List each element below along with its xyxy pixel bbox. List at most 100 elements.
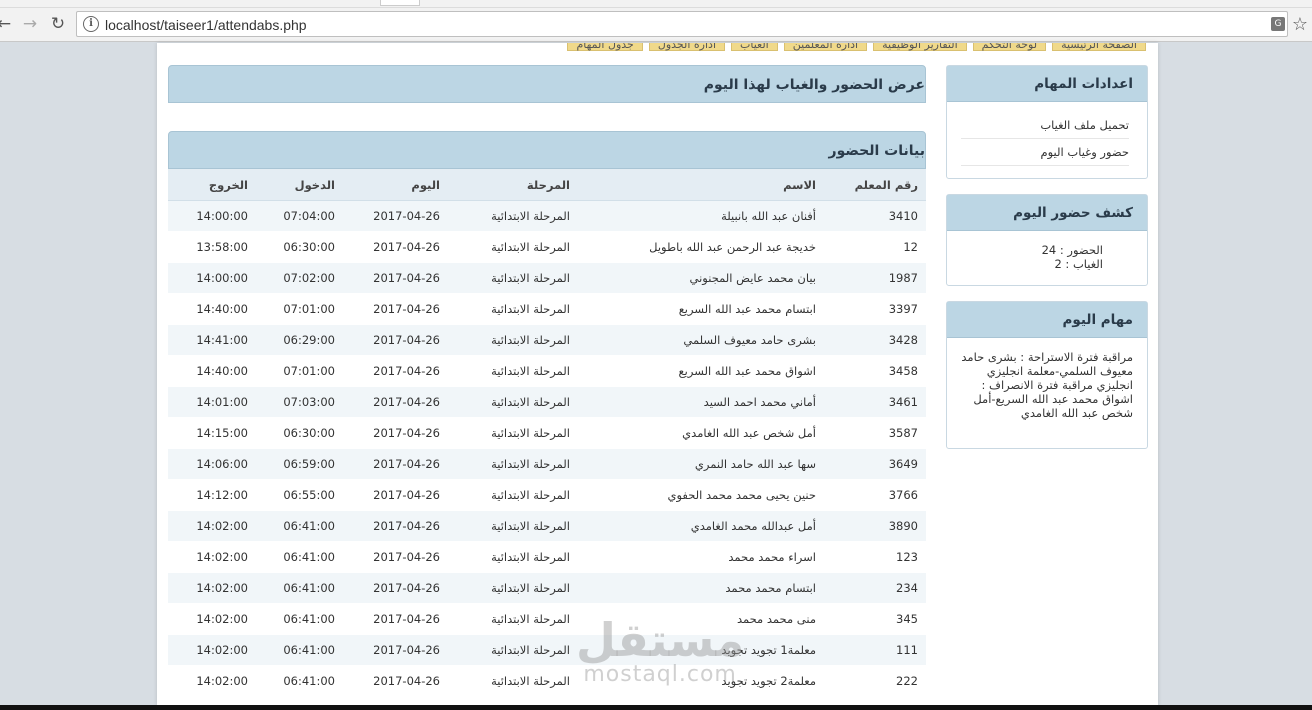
browser-toolbar: ← → ↻ i localhost/taiseer1/attendabs.php… bbox=[0, 8, 1312, 42]
cell-in: 06:59:00 bbox=[283, 457, 335, 471]
cell-name: بشرى حامد معيوف السلمي bbox=[683, 333, 816, 347]
cell-in: 06:55:00 bbox=[283, 488, 335, 502]
browser-tab-strip bbox=[0, 0, 1312, 8]
tasks-text: مراقبة فترة الاستراحة : بشرى حامد معيوف … bbox=[961, 350, 1133, 420]
cell-id: 345 bbox=[896, 612, 918, 626]
attendance-table: رقم المعلم الاسم المرحلة اليوم الدخول ال… bbox=[168, 169, 926, 697]
table-row: 1987 بيان محمد عايض المجنوني المرحلة الابت… bbox=[168, 263, 926, 294]
cell-id: 234 bbox=[896, 581, 918, 595]
cell-stage: المرحلة الابتدائية bbox=[491, 240, 570, 254]
table-row: 3587 أمل شخص عبد الله الغامدي المرحلة الاب… bbox=[168, 418, 926, 449]
cell-name: بيان محمد عايض المجنوني bbox=[689, 271, 816, 285]
col-id: رقم المعلم bbox=[854, 178, 918, 192]
cell-out: 13:58:00 bbox=[196, 240, 248, 254]
cell-day: 2017-04-26 bbox=[373, 426, 440, 440]
cell-name: ابتسام محمد محمد bbox=[725, 581, 816, 595]
cell-day: 2017-04-26 bbox=[373, 395, 440, 409]
url-text[interactable]: localhost/taiseer1/attendabs.php bbox=[105, 17, 307, 33]
cell-stage: المرحلة الابتدائية bbox=[491, 426, 570, 440]
cell-day: 2017-04-26 bbox=[373, 612, 440, 626]
cell-out: 14:15:00 bbox=[196, 426, 248, 440]
table-row: 3649 سها عبد الله حامد النمري المرحلة الاب… bbox=[168, 449, 926, 480]
cell-out: 14:00:00 bbox=[196, 209, 248, 223]
cell-id: 3397 bbox=[888, 302, 918, 316]
table-row: 3458 اشواق محمد عبد الله السريع المرحلة ال… bbox=[168, 356, 926, 387]
cell-out: 14:06:00 bbox=[196, 457, 248, 471]
cell-in: 07:02:00 bbox=[283, 271, 335, 285]
back-icon[interactable]: ← bbox=[0, 14, 14, 34]
page-title: عرض الحضور والغياب لهذا اليوم bbox=[168, 65, 926, 103]
table-row: 111 معلمة1 تجويد تجويد المرحلة الابتدائية 2… bbox=[168, 635, 926, 666]
cell-out: 14:02:00 bbox=[196, 519, 248, 533]
cell-out: 14:02:00 bbox=[196, 643, 248, 657]
cell-id: 3410 bbox=[888, 209, 918, 223]
cell-name: حنين يحيى محمد محمد الحفوي bbox=[667, 488, 816, 502]
cell-id: 222 bbox=[896, 674, 918, 688]
cell-day: 2017-04-26 bbox=[373, 457, 440, 471]
bookmark-star-icon[interactable]: ☆ bbox=[1292, 14, 1308, 35]
cell-day: 2017-04-26 bbox=[373, 519, 440, 533]
cell-day: 2017-04-26 bbox=[373, 674, 440, 688]
cell-name: أمل شخص عبد الله الغامدي bbox=[682, 426, 816, 440]
cell-id: 3461 bbox=[888, 395, 918, 409]
cell-id: 111 bbox=[896, 643, 918, 657]
table-body: 3410 أفنان عبد الله بانبيلة المرحلة الابتد… bbox=[168, 201, 926, 697]
menu-item[interactable]: جدول المهام bbox=[567, 43, 643, 51]
cell-stage: المرحلة الابتدائية bbox=[491, 519, 570, 533]
tasks-box: مهام اليوم مراقبة فترة الاستراحة : بشرى … bbox=[946, 301, 1148, 449]
present-count: الحضور : 24 bbox=[1041, 243, 1103, 257]
top-menu: الصفحة الرئيسية لوحة التحكم التقارير الوظي… bbox=[567, 43, 1146, 55]
menu-item[interactable]: الغياب bbox=[731, 43, 778, 51]
cell-id: 1987 bbox=[888, 271, 918, 285]
cell-id: 3458 bbox=[888, 364, 918, 378]
settings-box: اعدادات المهام تحميل ملف الغياب حضور وغي… bbox=[946, 65, 1148, 179]
table-row: 3766 حنين يحيى محمد محمد الحفوي المرحلة ال… bbox=[168, 480, 926, 511]
browser-tab[interactable] bbox=[380, 0, 420, 6]
info-icon[interactable]: i bbox=[83, 16, 99, 32]
table-row: 12 خديجة عبد الرحمن عبد الله باطويل المرحل… bbox=[168, 232, 926, 263]
cell-out: 14:01:00 bbox=[196, 395, 248, 409]
cell-day: 2017-04-26 bbox=[373, 550, 440, 564]
cell-out: 14:40:00 bbox=[196, 302, 248, 316]
cell-name: منى محمد محمد bbox=[736, 612, 816, 626]
watermark-arabic: مستقل bbox=[576, 613, 745, 667]
menu-item[interactable]: ادارة المعلمين bbox=[783, 43, 868, 51]
cell-id: 123 bbox=[896, 550, 918, 564]
cell-in: 06:29:00 bbox=[283, 333, 335, 347]
cell-stage: المرحلة الابتدائية bbox=[491, 302, 570, 316]
cell-day: 2017-04-26 bbox=[373, 581, 440, 595]
cell-stage: المرحلة الابتدائية bbox=[491, 612, 570, 626]
cell-stage: المرحلة الابتدائية bbox=[491, 333, 570, 347]
cell-name: أماني محمد احمد السيد bbox=[703, 395, 816, 409]
cell-id: 3428 bbox=[888, 333, 918, 347]
cell-name: اشواق محمد عبد الله السريع bbox=[678, 364, 816, 378]
cell-out: 14:02:00 bbox=[196, 674, 248, 688]
cell-id: 12 bbox=[903, 240, 918, 254]
col-name: الاسم bbox=[783, 178, 816, 192]
cell-day: 2017-04-26 bbox=[373, 364, 440, 378]
cell-id: 3890 bbox=[888, 519, 918, 533]
today-attendance-link[interactable]: حضور وغياب اليوم bbox=[961, 139, 1129, 166]
menu-item[interactable]: لوحة التحكم bbox=[972, 43, 1047, 51]
cell-day: 2017-04-26 bbox=[373, 333, 440, 347]
attendance-box: كشف حضور اليوم الحضور : 24 الغياب : 2 bbox=[946, 194, 1148, 286]
cell-in: 06:41:00 bbox=[283, 550, 335, 564]
menu-item[interactable]: التقارير الوظيفية bbox=[873, 43, 967, 51]
table-row: 3410 أفنان عبد الله بانبيلة المرحلة الابتد… bbox=[168, 201, 926, 232]
absent-count: الغياب : 2 bbox=[1054, 257, 1103, 271]
forward-icon[interactable]: → bbox=[20, 14, 40, 34]
cell-day: 2017-04-26 bbox=[373, 488, 440, 502]
reload-icon[interactable]: ↻ bbox=[48, 14, 68, 34]
upload-absence-link[interactable]: تحميل ملف الغياب bbox=[961, 112, 1129, 139]
address-bar[interactable]: i localhost/taiseer1/attendabs.php G bbox=[76, 11, 1288, 37]
menu-item[interactable]: الصفحة الرئيسية bbox=[1052, 43, 1146, 51]
translate-icon[interactable]: G bbox=[1271, 17, 1285, 31]
table-row: 222 معلمة2 تجويد تجويد المرحلة الابتدائية 2… bbox=[168, 666, 926, 697]
attendance-title: كشف حضور اليوم bbox=[947, 195, 1147, 231]
cell-in: 06:41:00 bbox=[283, 519, 335, 533]
cell-name: ابتسام محمد عبد الله السريع bbox=[678, 302, 816, 316]
tasks-title: مهام اليوم bbox=[947, 302, 1147, 338]
menu-item[interactable]: ادارة الجدول bbox=[648, 43, 725, 51]
cell-id: 3587 bbox=[888, 426, 918, 440]
cell-out: 14:02:00 bbox=[196, 550, 248, 564]
